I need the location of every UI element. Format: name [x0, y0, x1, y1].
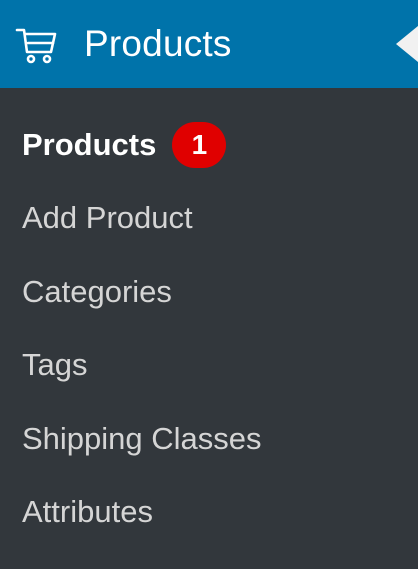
- menu-header-label: Products: [84, 23, 232, 64]
- submenu-item-products[interactable]: Products 1: [0, 108, 418, 182]
- notification-badge: 1: [172, 121, 227, 168]
- submenu-item-label: Categories: [22, 273, 172, 309]
- cart-icon: [12, 19, 62, 69]
- submenu-item-add-product[interactable]: Add Product: [0, 182, 418, 256]
- submenu-item-label: Tags: [22, 347, 88, 383]
- submenu-item-shipping-classes[interactable]: Shipping Classes: [0, 402, 418, 476]
- submenu-item-label: Add Product: [22, 200, 193, 236]
- submenu-item-label: Shipping Classes: [22, 420, 262, 456]
- current-menu-arrow: [396, 26, 418, 62]
- submenu-item-attributes[interactable]: Attributes: [0, 476, 418, 550]
- submenu-item-categories[interactable]: Categories: [0, 255, 418, 329]
- admin-menu-products: Products Products 1 Add Product Categori…: [0, 0, 418, 569]
- menu-header-products[interactable]: Products: [0, 0, 418, 88]
- products-submenu: Products 1 Add Product Categories Tags S…: [0, 88, 418, 549]
- submenu-item-tags[interactable]: Tags: [0, 329, 418, 403]
- submenu-item-label: Products: [22, 126, 157, 162]
- submenu-item-label: Attributes: [22, 494, 153, 530]
